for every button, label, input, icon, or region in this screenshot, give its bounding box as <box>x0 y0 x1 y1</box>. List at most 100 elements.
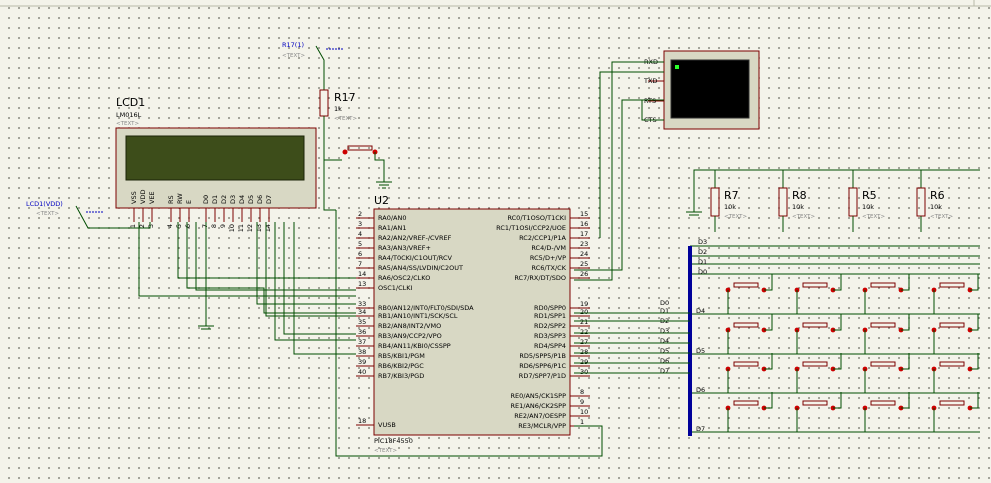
virtual-terminal-component[interactable]: RXDTXDRTSCTS <box>643 50 760 130</box>
lcd-pin-label: D0 <box>202 195 210 204</box>
key-button[interactable] <box>939 322 965 328</box>
bus-row-label: D7 <box>696 425 705 433</box>
bus-net-label: D1 <box>698 258 707 266</box>
key-wire <box>970 274 979 291</box>
resistor-body[interactable] <box>916 187 926 217</box>
resistor-body[interactable] <box>778 187 788 217</box>
mcu-pin-name: RB7/KBI3/PGD <box>378 372 424 380</box>
wire-lcd-d5 <box>265 222 356 317</box>
mcu-pin-name: RB0/AN12/INT0/FLT0/SDI/SDA <box>378 304 474 312</box>
lcd-pin-label: D7 <box>265 195 273 204</box>
key-button[interactable] <box>870 361 896 367</box>
mcu-pin-name: RE2/AN7/OESPP <box>514 412 566 420</box>
lcd-pin-number: 6 <box>184 224 192 228</box>
rd-net-label: D6 <box>660 357 669 365</box>
mcu-pin-number: 21 <box>580 318 588 326</box>
mcu-pin-number: 13 <box>358 280 366 288</box>
mcu-pin-name: RC5/D+/VP <box>530 254 566 262</box>
r17-net-label: R17(1) <box>282 41 304 49</box>
mcu-pin-number: 15 <box>580 210 588 218</box>
lcd-pin-label: D5 <box>247 195 255 204</box>
mcu-pin-number: 19 <box>580 300 588 308</box>
lcd-pin-number: 13 <box>255 224 263 232</box>
lcd-pin-label: VDD <box>139 190 147 204</box>
wire-lcd-d6 <box>274 222 356 341</box>
r17-value: 1k <box>334 105 342 113</box>
key-button[interactable] <box>939 400 965 406</box>
wire-lcd-rw <box>186 222 356 314</box>
resistor-value: 10k <box>792 203 804 211</box>
terminal-screen <box>670 59 750 119</box>
mcu-pin-number: 27 <box>580 338 588 346</box>
key-button[interactable] <box>802 282 828 288</box>
resistor-ref: R5 <box>862 189 877 202</box>
key-wire <box>833 353 842 370</box>
resistor-body[interactable] <box>848 187 858 217</box>
key-button[interactable] <box>733 361 759 367</box>
lcd-component[interactable]: LCD1 LM016L <TEXT> VSS1VDD2VEE3RS4RW5E6D… <box>115 96 317 232</box>
mcu-pin-number: 4 <box>358 230 362 238</box>
mcu-pin-number: 34 <box>358 308 366 316</box>
key-button[interactable] <box>939 361 965 367</box>
resistor-ref: R8 <box>792 189 807 202</box>
key-wire <box>901 392 910 409</box>
reset-button-actuator[interactable] <box>347 145 373 151</box>
keypad-matrix[interactable] <box>690 274 980 433</box>
lcd-vdd-subtext: <TEXT> <box>36 211 59 217</box>
mcu-pin-name: RA3/AN3/VREF+ <box>378 244 431 252</box>
rd-net-label: D1 <box>660 307 669 315</box>
resistor-value: 10k <box>862 203 874 211</box>
key-wire <box>833 314 842 331</box>
terminal-pin-label: TXD <box>643 77 657 85</box>
lcd-pin-label: RS <box>167 195 175 204</box>
lcd-model: LM016L <box>116 111 142 119</box>
lcd-pin-number: 12 <box>246 224 254 232</box>
key-button[interactable] <box>733 322 759 328</box>
key-button[interactable] <box>802 400 828 406</box>
rd-net-label: D0 <box>660 299 669 307</box>
mcu-pin-name: RD1/SPP1 <box>534 312 566 320</box>
reset-button-left <box>342 149 348 155</box>
wire-r17-button <box>323 116 342 161</box>
key-button[interactable] <box>733 400 759 406</box>
resistor-ref: R7 <box>724 189 739 202</box>
mcu-pin-number: 22 <box>580 328 588 336</box>
lcd-pin-label: E <box>185 200 193 204</box>
resistor-body[interactable] <box>710 187 720 217</box>
mcu-pin-name: RD3/SPP3 <box>534 332 566 340</box>
wire-r17-top <box>315 45 325 90</box>
key-button[interactable] <box>939 282 965 288</box>
mcu-pin-number: 36 <box>358 328 366 336</box>
key-button[interactable] <box>870 400 896 406</box>
key-button[interactable] <box>870 282 896 288</box>
key-button[interactable] <box>733 282 759 288</box>
key-button[interactable] <box>802 361 828 367</box>
schematic-canvas: LCD1 LM016L <TEXT> VSS 1 VDD 2 VEE 3 RS 4 RW 5 E 6 D… <box>0 0 991 457</box>
mcu-pin-name: RE3/MCLR/VPP <box>518 422 566 430</box>
lcd-pin-label: D4 <box>238 195 246 204</box>
mcu-pin-name: RD7/SPP7/P1D <box>519 372 566 380</box>
mcu-pin-name: RC1/T1OSI/CCP2/UOE <box>496 224 566 232</box>
mcu-pin-name: RD0/SPP0 <box>534 304 566 312</box>
lcd-pin-number: 8 <box>210 224 218 228</box>
wire-gnd-lcd <box>195 222 356 291</box>
bus-row-label: D6 <box>696 386 705 394</box>
schematic-sheet: LCD1 LM016L <TEXT> VSS 1 VDD 2 VEE 3 RS 4 RW 5 E 6 D… <box>0 0 991 483</box>
lcd-pin-number: 7 <box>201 224 209 228</box>
mcu-pin-name: RE1/AN6/CK2SPP <box>511 402 567 410</box>
key-button[interactable] <box>870 322 896 328</box>
key-wire <box>970 314 979 331</box>
lcd-pin-number: 10 <box>228 224 236 232</box>
resistor-text-field: <TEXT> <box>792 214 815 220</box>
mcu-pin-name: OSC1/CLKI <box>378 284 413 292</box>
mcu-pin-name: RA2/AN2/VREF-/CVREF <box>378 234 452 242</box>
key-button[interactable] <box>802 322 828 328</box>
lcd-pin-label: VSS <box>130 191 138 204</box>
key-wire <box>901 274 910 291</box>
mcu-pin-number: 8 <box>580 388 584 396</box>
mcu-pin-name: RA5/AN4/SS/LVDIN/C2OUT <box>378 264 463 272</box>
mcu-pin-number: 39 <box>358 358 366 366</box>
wire-reset-ground <box>374 152 385 182</box>
mcu-pin-name: RB6/KBI2/PGC <box>378 362 424 370</box>
key-wire <box>764 314 773 331</box>
